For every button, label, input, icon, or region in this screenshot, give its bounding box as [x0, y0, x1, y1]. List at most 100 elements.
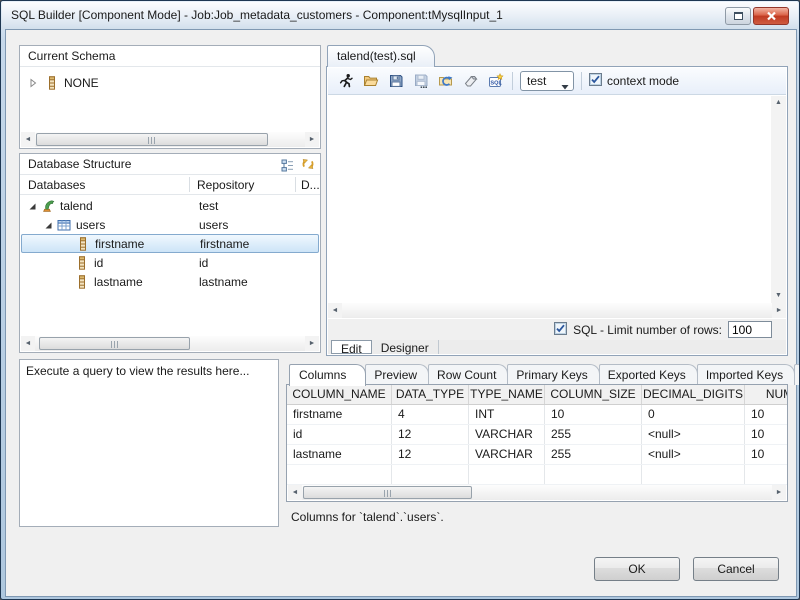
generate-sql-icon[interactable]: SQL: [487, 72, 505, 90]
scroll-left-icon[interactable]: ◄: [328, 303, 342, 318]
close-icon: [766, 11, 777, 21]
table-row[interactable]: firstname 4 INT 10 0 10: [287, 405, 787, 425]
scroll-right-icon[interactable]: ►: [305, 336, 319, 351]
tree-row-talend[interactable]: talend test: [21, 196, 319, 215]
metadata-panel: Columns Preview Row Count Primary Keys E…: [286, 363, 788, 527]
clear-icon[interactable]: [462, 72, 480, 90]
cell: VARCHAR: [469, 425, 545, 444]
save-as-icon[interactable]: [412, 72, 430, 90]
scroll-left-icon[interactable]: ◄: [288, 485, 302, 500]
tree-repo-value: id: [199, 256, 208, 270]
current-schema-panel: Current Schema NONE ◄ ►: [19, 45, 321, 149]
schema-tree-item-none[interactable]: NONE: [21, 73, 99, 92]
tree-row-id[interactable]: id id: [21, 253, 319, 272]
metadata-tabs: Columns Preview Row Count Primary Keys E…: [286, 363, 788, 385]
tab-row-count[interactable]: Row Count: [428, 364, 508, 385]
cell: 12: [392, 445, 469, 464]
scroll-left-icon[interactable]: ◄: [21, 336, 35, 351]
header-decimal-digits: DECIMAL_DIGITS: [642, 385, 745, 404]
chevron-down-icon: [561, 79, 569, 93]
scroll-down-icon[interactable]: ▼: [771, 289, 786, 303]
editor-body: SQL test: [326, 66, 788, 356]
column-icon: [75, 275, 89, 289]
cell: 12: [392, 425, 469, 444]
tab-primary-keys[interactable]: Primary Keys: [507, 364, 599, 385]
context-mode-checkbox[interactable]: [589, 73, 602, 89]
scroll-up-icon[interactable]: ▲: [771, 96, 786, 110]
sql-limit-strip: SQL - Limit number of rows:: [328, 319, 786, 340]
cancel-button[interactable]: Cancel: [693, 557, 779, 581]
sql-editor-panel: talend(test).sql: [326, 45, 788, 356]
open-icon[interactable]: [362, 72, 380, 90]
cell: firstname: [287, 405, 392, 424]
expanded-arrow-icon[interactable]: [43, 220, 53, 230]
db-structure-hscrollbar[interactable]: ◄ ►: [21, 336, 319, 351]
tab-edit[interactable]: Edit: [331, 340, 372, 354]
tab-designer[interactable]: Designer: [372, 340, 439, 354]
close-button[interactable]: [753, 7, 789, 25]
table-row[interactable]: lastname 12 VARCHAR 255 <null> 10: [287, 445, 787, 465]
tab-exported-keys[interactable]: Exported Keys: [599, 364, 698, 385]
cell: 255: [545, 425, 642, 444]
table-row[interactable]: id 12 VARCHAR 255 <null> 10: [287, 425, 787, 445]
tree-repo-value: users: [199, 218, 228, 232]
toolbar-separator: [512, 72, 513, 90]
scroll-right-icon[interactable]: ►: [305, 132, 319, 147]
sql-limit-checkbox[interactable]: [554, 322, 567, 338]
tree-row-lastname[interactable]: lastname lastname: [21, 272, 319, 291]
tree-label: id: [94, 256, 103, 270]
col-header-databases: Databases: [28, 178, 85, 192]
sql-editor-input[interactable]: [328, 96, 770, 303]
tree-row-firstname[interactable]: firstname firstname: [21, 234, 319, 253]
tree-repo-value: test: [199, 199, 218, 213]
editor-tab[interactable]: talend(test).sql: [327, 45, 435, 67]
mysql-db-icon: [41, 199, 55, 213]
refresh-query-icon[interactable]: [437, 72, 455, 90]
save-icon[interactable]: [387, 72, 405, 90]
maximize-button[interactable]: [725, 7, 751, 25]
col-header-d: D...: [301, 178, 320, 192]
scroll-right-icon[interactable]: ►: [772, 303, 786, 318]
tab-preview[interactable]: Preview: [365, 364, 429, 385]
table-icon: [57, 218, 71, 232]
header-column-name: COLUMN_NAME: [287, 385, 392, 404]
columns-table: COLUMN_NAME DATA_TYPE TYPE_NAME COLUMN_S…: [286, 384, 788, 502]
scroll-left-icon[interactable]: ◄: [21, 132, 35, 147]
sql-limit-label: SQL - Limit number of rows:: [573, 323, 722, 337]
db-tree: talend test users use: [21, 196, 319, 291]
header-type-name: TYPE_NAME: [469, 385, 545, 404]
cell: 10: [745, 425, 788, 444]
header-column-size: COLUMN_SIZE: [545, 385, 642, 404]
current-schema-hscrollbar[interactable]: ◄ ►: [21, 132, 319, 147]
cell: VARCHAR: [469, 445, 545, 464]
editor-toolbar: SQL test: [328, 68, 786, 95]
cell: <null>: [642, 425, 745, 444]
context-combo[interactable]: test: [520, 71, 574, 91]
tree-label: firstname: [95, 237, 144, 251]
cell: 10: [745, 405, 788, 424]
db-structure-column-headers: Databases Repository D...: [20, 175, 320, 195]
results-placeholder: Execute a query to view the results here…: [20, 360, 278, 382]
editor-hscrollbar[interactable]: ◄ ►: [328, 303, 786, 318]
tree-repo-value: lastname: [199, 275, 248, 289]
editor-bottom-tabs: Edit Designer: [328, 340, 786, 354]
collapsed-arrow-icon[interactable]: [28, 78, 38, 88]
scroll-right-icon[interactable]: ►: [772, 485, 786, 500]
tab-imported-keys[interactable]: Imported Keys: [697, 364, 795, 385]
refresh-icon[interactable]: [301, 157, 315, 177]
column-icon: [76, 237, 90, 251]
tree-row-users[interactable]: users users: [21, 215, 319, 234]
tab-columns[interactable]: Columns: [289, 364, 366, 386]
columns-table-header: COLUMN_NAME DATA_TYPE TYPE_NAME COLUMN_S…: [287, 385, 787, 405]
database-structure-panel: Database Structure: [19, 153, 321, 353]
header-data-type: DATA_TYPE: [392, 385, 469, 404]
row-limit-input[interactable]: [728, 321, 772, 338]
sql-builder-dialog: SQL Builder [Component Mode] - Job:Job_m…: [0, 0, 800, 600]
tab-indexes[interactable]: Indexes: [794, 364, 800, 385]
cell: <null>: [642, 445, 745, 464]
expanded-arrow-icon[interactable]: [27, 201, 37, 211]
ok-button[interactable]: OK: [594, 557, 680, 581]
editor-vscrollbar[interactable]: ▲ ▼: [771, 96, 786, 303]
run-query-icon[interactable]: [337, 72, 355, 90]
columns-table-hscrollbar[interactable]: ◄ ►: [288, 485, 786, 500]
